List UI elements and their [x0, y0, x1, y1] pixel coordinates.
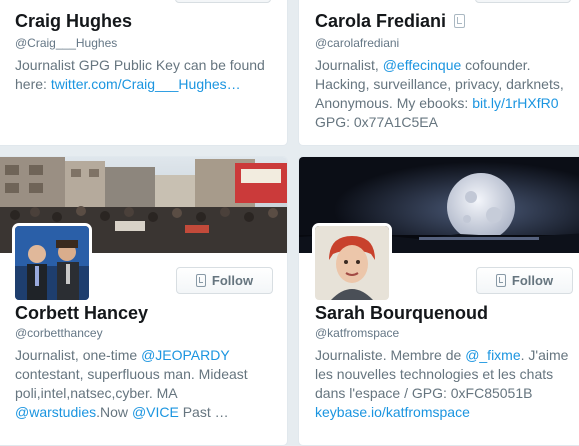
user-name-text[interactable]: Carola Frediani: [315, 11, 446, 31]
follow-user-icon: [495, 274, 506, 287]
user-name[interactable]: Sarah Bourquenoud: [315, 303, 488, 324]
user-handle[interactable]: @carolafrediani: [315, 36, 399, 50]
bio-link[interactable]: twitter.com/Craig___Hughes…: [51, 76, 241, 92]
bio-text: GPG: 0x77A1C5EA: [315, 114, 438, 130]
user-handle[interactable]: @corbetthancey: [15, 326, 103, 340]
verified-account-icon: [454, 14, 466, 28]
follow-button[interactable]: Follow: [176, 267, 273, 294]
user-bio: Journalist, one-time @JEOPARDY contestan…: [15, 346, 277, 422]
user-card-sarah-bourquenoud: Follow Sarah Bourquenoud @katfromspace J…: [298, 156, 579, 446]
bio-text: .Now: [96, 404, 132, 420]
follow-label: Follow: [511, 273, 554, 288]
user-card-craig-hughes: Craig Hughes @Craig___Hughes Journalist …: [0, 0, 288, 146]
user-name[interactable]: Corbett Hancey: [15, 303, 148, 324]
avatar-image: [15, 226, 89, 300]
user-bio: Journalist, @effecinque cofounder. Hacki…: [315, 56, 577, 132]
follow-button-carola-frediani[interactable]: [475, 0, 571, 3]
bio-text: contestant, superfluous man. Mideast pol…: [15, 366, 248, 401]
user-bio: Journaliste. Membre de @_fixme. J'aime l…: [315, 346, 577, 422]
avatar[interactable]: [312, 223, 392, 303]
bio-mention[interactable]: @VICE: [132, 404, 179, 420]
avatar[interactable]: [12, 223, 92, 303]
follow-label: Follow: [211, 273, 254, 288]
user-handle[interactable]: @Craig___Hughes: [15, 36, 117, 50]
user-name[interactable]: Carola Frediani: [315, 11, 466, 32]
bio-mention[interactable]: @_fixme: [465, 347, 520, 363]
follow-button[interactable]: Follow: [476, 267, 573, 294]
avatar-image: [315, 226, 389, 300]
user-card-carola-frediani: Carola Frediani @carolafrediani Journali…: [298, 0, 579, 146]
user-card-corbett-hancey: Follow Corbett Hancey @corbetthancey Jou…: [0, 156, 288, 446]
bio-mention[interactable]: @JEOPARDY: [141, 347, 229, 363]
bio-link[interactable]: keybase.io/katfromspace: [315, 404, 470, 420]
bio-mention[interactable]: @effecinque: [383, 57, 462, 73]
follow-button-craig-hughes[interactable]: [175, 0, 271, 3]
bio-text: Past …: [178, 404, 229, 420]
user-name[interactable]: Craig Hughes: [15, 11, 132, 32]
user-handle[interactable]: @katfromspace: [315, 326, 399, 340]
user-bio: Journalist GPG Public Key can be found h…: [15, 56, 277, 94]
bio-text: Journalist,: [315, 57, 383, 73]
bio-text: Journaliste. Membre de: [315, 347, 466, 363]
bio-text: Journalist, one-time: [15, 347, 142, 363]
bio-link[interactable]: bit.ly/1rHXfR0: [472, 95, 558, 111]
bio-mention[interactable]: @warstudies: [15, 404, 96, 420]
follow-user-icon: [195, 274, 206, 287]
